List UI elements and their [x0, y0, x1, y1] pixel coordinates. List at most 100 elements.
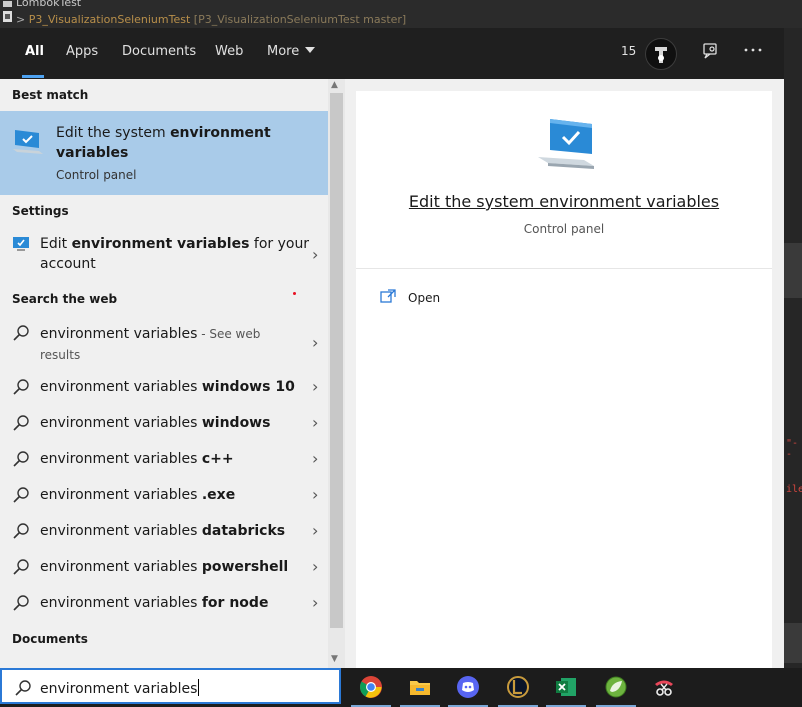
tab-web[interactable]: Web — [215, 44, 243, 59]
chevron-right-icon[interactable]: › — [312, 245, 318, 264]
preview-divider — [356, 268, 772, 269]
web-suggestion-row[interactable]: environment variables .exe › — [0, 477, 328, 513]
settings-result-line1: Edit environment variables for your — [40, 236, 309, 252]
search-box[interactable]: environment variables — [0, 668, 341, 704]
web-suggestion-row[interactable]: environment variables databricks › — [0, 513, 328, 549]
ide-path-module: P3_VisualizationSeleniumTest — [28, 13, 191, 26]
feedback-icon[interactable] — [701, 42, 719, 60]
rewards-points: 15 — [621, 44, 637, 58]
open-external-icon — [380, 289, 396, 303]
web-suggestion-text: environment variables .exe — [40, 487, 235, 503]
tab-more[interactable]: More — [267, 44, 316, 59]
ide-path-branch: [P3_VisualizationSeleniumTest master] — [193, 13, 407, 26]
monitor-check-icon — [13, 237, 29, 251]
chevron-right-icon[interactable]: › — [312, 593, 318, 612]
chevron-down-icon — [305, 47, 316, 53]
settings-result-plain: for your — [249, 236, 310, 252]
chevron-right-icon[interactable]: › — [312, 557, 318, 576]
best-match-result[interactable]: Edit the system environment variables Co… — [0, 111, 328, 195]
taskbar — [341, 668, 802, 707]
web-suggestion-bold: windows 10 — [201, 379, 295, 395]
ide-project-path: > P3_VisualizationSeleniumTest [P3_Visua… — [16, 13, 406, 26]
search-scope-bar: All Apps Documents Web More 15 — [0, 28, 784, 79]
search-icon — [13, 523, 29, 539]
chevron-right-icon[interactable]: › — [312, 333, 318, 352]
section-header-web: Search the web — [12, 292, 118, 306]
results-scrollbar[interactable]: ▲ ▼ — [328, 79, 345, 668]
ide-project-name: LombokTest — [16, 0, 82, 9]
search-input[interactable]: environment variables — [40, 679, 200, 697]
web-suggestion-plain: environment variables — [40, 451, 202, 467]
tab-all[interactable]: All — [25, 44, 44, 59]
web-suggestion-text: environment variables c++ — [40, 451, 234, 467]
chevron-right-icon[interactable]: › — [312, 485, 318, 504]
search-icon — [13, 451, 29, 467]
chrome-icon[interactable] — [359, 675, 383, 699]
spring-tool-suite-icon[interactable] — [604, 675, 628, 699]
web-suggestion-plain: environment variables — [40, 487, 202, 503]
ide-editor-band — [784, 623, 802, 663]
web-suggestion-plain: environment variables — [40, 595, 202, 611]
tab-more-label: More — [267, 44, 300, 59]
open-action-label: Open — [408, 291, 441, 305]
ide-path-prefix: > — [16, 13, 26, 26]
section-header-documents: Documents — [12, 632, 88, 646]
ide-logo-icon — [3, 1, 12, 22]
discord-icon[interactable] — [456, 675, 480, 699]
text-cursor — [198, 679, 200, 696]
web-result-suffix: - See web — [197, 327, 261, 341]
web-suggestion-row[interactable]: environment variables c++ › — [0, 441, 328, 477]
web-result-suffix-line2: results — [40, 348, 81, 362]
result-preview-pane: Edit the system environment variables Co… — [356, 91, 772, 668]
system-properties-icon — [538, 119, 594, 169]
snipping-tool-icon[interactable] — [652, 675, 676, 699]
ide-header: LombokTest > P3_VisualizationSeleniumTes… — [0, 0, 802, 28]
search-results-list: Best match Edit the system environment v… — [0, 79, 328, 668]
best-match-title: Edit the system environment variables — [56, 123, 316, 163]
settings-result-bold: environment variables — [71, 236, 250, 252]
web-result-text: environment variables — [40, 326, 198, 342]
search-icon — [13, 379, 29, 395]
more-options-icon[interactable] — [743, 47, 763, 53]
web-suggestion-row[interactable]: environment variables for node › — [0, 585, 328, 621]
web-suggestion-text: environment variables windows — [40, 415, 270, 431]
best-match-subtitle: Control panel — [56, 168, 137, 182]
file-explorer-icon[interactable] — [408, 675, 432, 699]
scroll-down-icon[interactable]: ▼ — [331, 654, 338, 664]
web-suggestion-plain: environment variables — [40, 523, 202, 539]
scroll-up-icon[interactable]: ▲ — [331, 80, 338, 90]
league-of-legends-icon[interactable] — [506, 675, 530, 699]
section-header-settings: Settings — [12, 204, 69, 218]
chevron-right-icon[interactable]: › — [312, 521, 318, 540]
web-suggestion-bold: databricks — [201, 523, 286, 539]
system-properties-icon — [13, 130, 43, 154]
tab-apps[interactable]: Apps — [66, 44, 98, 59]
web-suggestion-plain: environment variables — [40, 379, 202, 395]
web-suggestion-bold: powershell — [201, 559, 289, 575]
excel-icon[interactable] — [554, 675, 578, 699]
search-icon — [13, 487, 29, 503]
section-header-best-match: Best match — [12, 88, 89, 102]
ide-code-fragment: "-- — [786, 438, 799, 460]
web-result[interactable]: environment variables - See web results … — [0, 314, 328, 364]
web-suggestion-bold: .exe — [201, 487, 236, 503]
web-suggestion-text: environment variables databricks — [40, 523, 285, 539]
settings-result-plain: Edit — [40, 236, 72, 252]
web-suggestion-row[interactable]: environment variables windows › — [0, 405, 328, 441]
web-suggestion-row[interactable]: environment variables windows 10 › — [0, 369, 328, 405]
search-input-value: environment variables — [40, 681, 198, 697]
tab-active-indicator — [22, 75, 44, 78]
chevron-right-icon[interactable]: › — [312, 377, 318, 396]
windows-search-panel: All Apps Documents Web More 15 Best matc… — [0, 28, 784, 668]
rewards-medal-icon[interactable] — [645, 38, 677, 70]
tab-documents[interactable]: Documents — [122, 44, 196, 59]
preview-title[interactable]: Edit the system environment variables — [356, 192, 772, 211]
search-icon — [13, 559, 29, 575]
chevron-right-icon[interactable]: › — [312, 449, 318, 468]
web-suggestion-row[interactable]: environment variables powershell › — [0, 549, 328, 585]
scrollbar-thumb[interactable] — [330, 93, 343, 628]
ide-editor-edge: "-- ile — [784, 28, 802, 668]
ide-code-fragment: ile — [786, 484, 802, 495]
settings-result[interactable]: Edit environment variables for your acco… — [0, 226, 328, 276]
chevron-right-icon[interactable]: › — [312, 413, 318, 432]
